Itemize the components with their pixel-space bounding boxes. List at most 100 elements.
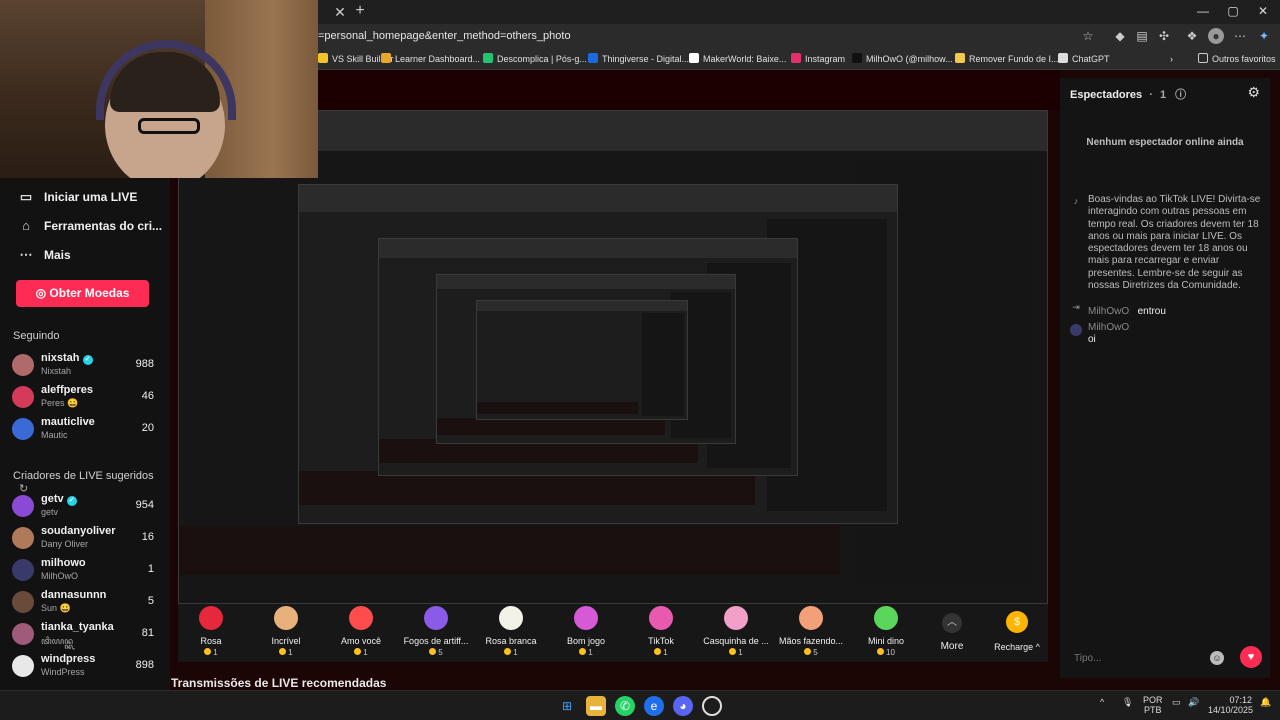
account-item-windpress[interactable]: windpress WindPress 898 bbox=[12, 652, 154, 682]
language-indicator[interactable]: POR PTB bbox=[1143, 695, 1163, 715]
menu-dots-icon[interactable]: ⋯ bbox=[1232, 28, 1248, 44]
chat-username[interactable]: MilhOwO bbox=[1088, 322, 1129, 333]
puzzle-icon[interactable]: ✣ bbox=[1156, 28, 1172, 44]
minimize-icon[interactable]: — bbox=[1188, 2, 1218, 20]
gift-item[interactable]: Bom jogo 1 bbox=[548, 606, 624, 660]
gift-item[interactable]: Incrível 1 bbox=[248, 606, 324, 660]
notification-icon[interactable]: 🔔 bbox=[1260, 697, 1271, 708]
chat-event-text: entrou bbox=[1137, 306, 1166, 317]
gift-item[interactable]: Mini dino 10 bbox=[848, 606, 924, 660]
file-explorer-icon[interactable]: ▬ bbox=[586, 696, 606, 716]
recommended-lives-title: Transmissões de LIVE recomendadas bbox=[171, 676, 387, 690]
gift-item[interactable]: TikTok 1 bbox=[623, 606, 699, 660]
coin-icon bbox=[279, 648, 287, 655]
nested-screen-frame bbox=[476, 300, 688, 420]
nested-gift-bar bbox=[437, 418, 665, 435]
join-event-icon: ⇥ bbox=[1072, 302, 1080, 312]
nested-viewers-panel bbox=[642, 313, 684, 416]
info-icon[interactable]: ⓘ bbox=[1175, 89, 1186, 101]
verified-badge-icon: ✓ bbox=[66, 496, 77, 506]
url-input[interactable] bbox=[318, 27, 1104, 45]
webcam-overlay bbox=[0, 0, 318, 178]
chat-username[interactable]: MilhOwO bbox=[1088, 306, 1129, 317]
gift-icon bbox=[874, 606, 898, 630]
no-viewers-message: Nenhum espectador online ainda bbox=[1086, 137, 1244, 148]
avatar bbox=[12, 623, 34, 645]
copilot-icon[interactable]: ✦ bbox=[1256, 28, 1272, 44]
discord-icon[interactable]: ◕ bbox=[673, 696, 693, 716]
coin-icon bbox=[804, 648, 812, 655]
recharge-button[interactable]: $ Recharge ^ bbox=[990, 607, 1044, 655]
recording-app-icon[interactable] bbox=[702, 696, 722, 716]
sidebar-item-mais[interactable]: ⋯ Mais bbox=[18, 244, 71, 266]
tray-chevron-icon[interactable]: ^ bbox=[1100, 697, 1104, 707]
whatsapp-icon[interactable]: ✆ bbox=[615, 696, 635, 716]
welcome-message: Boas-vindas ao TikTok LIVE! Divirta-se i… bbox=[1088, 194, 1261, 292]
gift-item[interactable]: Rosa branca 1 bbox=[473, 606, 549, 660]
gift-icon bbox=[199, 606, 223, 630]
favorites-icon[interactable]: ❖ bbox=[1184, 28, 1200, 44]
gift-item[interactable]: Mãos fazendo... 5 bbox=[773, 606, 849, 660]
edge-browser-icon[interactable]: e bbox=[644, 696, 664, 716]
clock[interactable]: 07:12 14/10/2025 bbox=[1208, 695, 1253, 715]
viewers-separator: · bbox=[1149, 89, 1153, 101]
gift-bar: Rosa 1 Incrível 1 Amo você 1 Fogos de artiff..… bbox=[178, 604, 1048, 662]
account-item-milhowo[interactable]: milhowo MilhOwO 1 bbox=[12, 556, 154, 586]
get-coins-button[interactable]: ◎ Obter Moedas bbox=[16, 280, 149, 307]
avatar bbox=[12, 655, 34, 677]
home-icon: ⌂ bbox=[22, 218, 30, 233]
account-item-tianka_tyanka[interactable]: tianka_tyanka ꦠꦶꦪꦤ꧀ꦏ 81 bbox=[12, 620, 154, 650]
bookmark-item[interactable]: ChatGPT bbox=[1058, 51, 1110, 67]
bookmark-item[interactable]: Descomplica | Pós-g... bbox=[483, 51, 587, 67]
gift-item[interactable]: Rosa 1 bbox=[173, 606, 249, 660]
bookmark-item[interactable]: MakerWorld: Baixe... bbox=[689, 51, 786, 67]
account-item-nixstah[interactable]: nixstah ✓ Nixstah 988 bbox=[12, 351, 154, 381]
gift-item[interactable]: Fogos de artiff... 5 bbox=[398, 606, 474, 660]
new-tab-icon[interactable]: + bbox=[352, 3, 368, 19]
more-gifts-button[interactable]: ︿ More bbox=[930, 607, 974, 655]
profile-avatar-icon[interactable]: ● bbox=[1208, 28, 1224, 44]
bookmark-item[interactable]: Thingiverse - Digital... bbox=[588, 51, 689, 67]
microphone-icon[interactable]: 🎙 bbox=[1122, 697, 1133, 708]
maximize-icon[interactable]: ▢ bbox=[1218, 2, 1248, 20]
close-tab-icon[interactable]: ✕ bbox=[332, 4, 348, 20]
coin-icon bbox=[204, 648, 212, 655]
left-sidebar: ▭ Iniciar uma LIVE ⌂ Ferramentas do cri...… bbox=[0, 178, 170, 690]
collections-icon[interactable]: ▤ bbox=[1134, 28, 1150, 44]
account-item-dannasunnn[interactable]: dannasunnn Sun 😀 5 bbox=[12, 588, 154, 618]
gift-item[interactable]: Casquinha de ... 1 bbox=[698, 606, 774, 660]
settings-gear-icon[interactable]: ⚙ bbox=[1247, 84, 1260, 101]
account-item-soudanyoliver[interactable]: soudanyoliver Dany Oliver 16 bbox=[12, 524, 154, 554]
folder-icon bbox=[1198, 53, 1208, 63]
gift-icon bbox=[574, 606, 598, 630]
account-item-mauticlive[interactable]: mauticlive Mautic 20 bbox=[12, 415, 154, 445]
avatar bbox=[12, 386, 34, 408]
volume-icon[interactable]: 🔊 bbox=[1188, 697, 1199, 708]
emoji-icon[interactable]: ☺ bbox=[1210, 651, 1224, 665]
heart-icon[interactable]: ♥ bbox=[1240, 646, 1262, 668]
bookmark-item[interactable]: Remover Fundo de I... bbox=[955, 51, 1059, 67]
coin-icon bbox=[654, 648, 662, 655]
favorite-star-icon[interactable]: ☆ bbox=[1080, 28, 1096, 44]
bookmark-item[interactable]: MilhOwO (@milhow... bbox=[852, 51, 953, 67]
windows-start-icon[interactable]: ⊞ bbox=[557, 696, 577, 716]
chat-input[interactable] bbox=[1066, 647, 1216, 669]
user-avatar-icon[interactable] bbox=[1070, 324, 1082, 336]
account-item-aleffperes[interactable]: aleffperes Peres 😀 46 bbox=[12, 383, 154, 413]
bookmark-item[interactable]: Instagram bbox=[791, 51, 845, 67]
network-icon[interactable]: ▭ bbox=[1172, 697, 1181, 708]
sidebar-item-iniciar-live[interactable]: ▭ Iniciar uma LIVE bbox=[18, 186, 138, 208]
coin-icon bbox=[354, 648, 362, 655]
extension-icon[interactable]: ◆ bbox=[1112, 28, 1128, 44]
bookmarks-overflow-icon[interactable]: › bbox=[1170, 51, 1173, 67]
coin-icon: ◎ bbox=[35, 286, 47, 300]
sidebar-item-ferramentas[interactable]: ⌂ Ferramentas do cri... bbox=[18, 215, 162, 237]
window-close-icon[interactable]: ✕ bbox=[1248, 2, 1278, 20]
avatar bbox=[12, 527, 34, 549]
gift-item[interactable]: Amo você 1 bbox=[323, 606, 399, 660]
account-item-getv[interactable]: getv ✓ getv 954 bbox=[12, 492, 154, 522]
bookmark-item[interactable]: Learner Dashboard... bbox=[381, 51, 480, 67]
bookmark-favicon-icon bbox=[1058, 53, 1068, 63]
other-favorites-folder[interactable]: Outros favoritos bbox=[1198, 51, 1276, 67]
chat-message: MilhOwO oi bbox=[1088, 322, 1129, 345]
